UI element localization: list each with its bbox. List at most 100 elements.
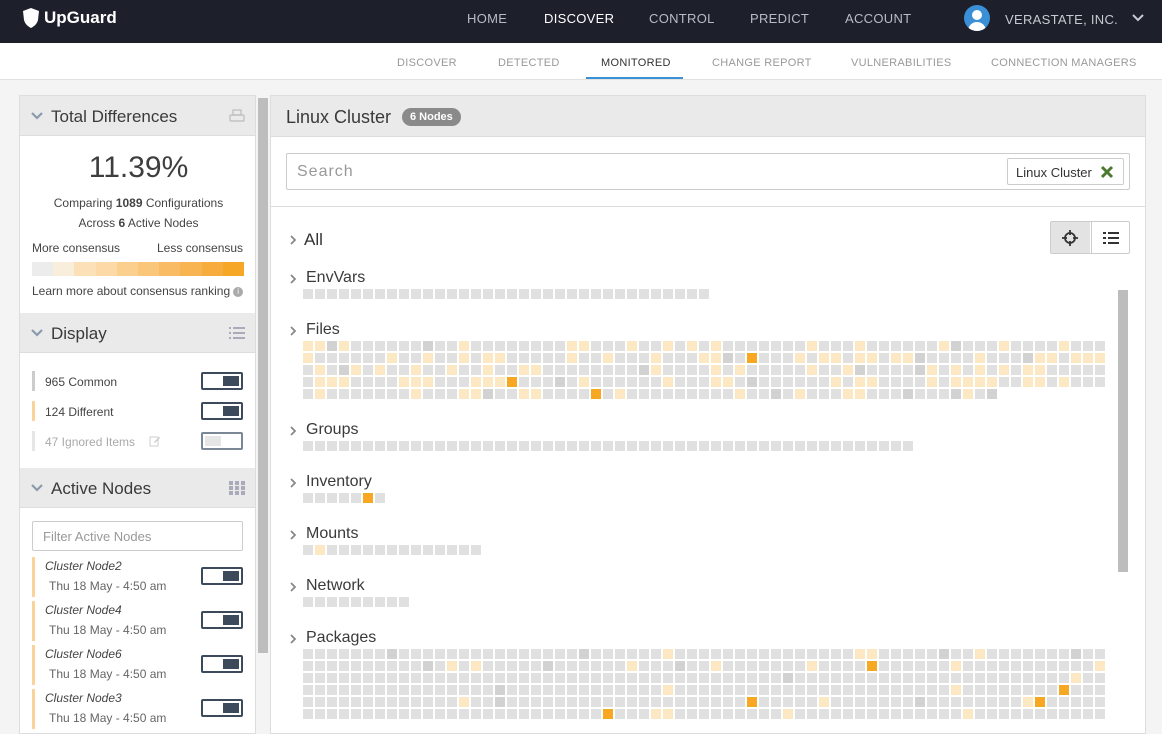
config-cell[interactable] <box>495 377 505 387</box>
config-cell[interactable] <box>831 709 841 719</box>
config-cell[interactable] <box>723 353 733 363</box>
common-toggle[interactable] <box>201 372 243 390</box>
config-cell[interactable] <box>879 661 889 671</box>
config-cell[interactable] <box>951 353 961 363</box>
config-cell[interactable] <box>699 697 709 707</box>
config-cell[interactable] <box>411 545 421 555</box>
config-cell[interactable] <box>603 709 613 719</box>
config-cell[interactable] <box>399 709 409 719</box>
config-cell[interactable] <box>507 685 517 695</box>
config-cell[interactable] <box>651 697 661 707</box>
config-cell[interactable] <box>807 341 817 351</box>
config-cell[interactable] <box>1071 673 1081 683</box>
config-cell[interactable] <box>327 597 337 607</box>
config-cell[interactable] <box>663 685 673 695</box>
config-cell[interactable] <box>1035 673 1045 683</box>
config-cell[interactable] <box>1047 365 1057 375</box>
organization-name[interactable]: VERASTATE, INC. <box>1005 12 1118 27</box>
config-cell[interactable] <box>675 389 685 399</box>
config-cell[interactable] <box>855 709 865 719</box>
config-cell[interactable] <box>759 389 769 399</box>
config-cell[interactable] <box>975 649 985 659</box>
config-cell[interactable] <box>939 649 949 659</box>
config-cell[interactable] <box>531 365 541 375</box>
different-toggle[interactable] <box>201 402 243 420</box>
config-cell[interactable] <box>1011 709 1021 719</box>
config-cell[interactable] <box>363 289 373 299</box>
config-cell[interactable] <box>783 377 793 387</box>
config-cell[interactable] <box>339 389 349 399</box>
config-cell[interactable] <box>1071 709 1081 719</box>
config-cell[interactable] <box>1023 709 1033 719</box>
config-cell[interactable] <box>891 365 901 375</box>
config-cell[interactable] <box>303 377 313 387</box>
config-cell[interactable] <box>555 661 565 671</box>
config-cell[interactable] <box>399 353 409 363</box>
config-cell[interactable] <box>339 709 349 719</box>
config-cell[interactable] <box>927 685 937 695</box>
config-cell[interactable] <box>855 697 865 707</box>
config-cell[interactable] <box>507 377 517 387</box>
config-cell[interactable] <box>963 697 973 707</box>
config-cell[interactable] <box>1035 649 1045 659</box>
config-cell[interactable] <box>1083 365 1093 375</box>
config-cell[interactable] <box>759 697 769 707</box>
config-cell[interactable] <box>339 289 349 299</box>
config-cell[interactable] <box>663 697 673 707</box>
config-cell[interactable] <box>531 685 541 695</box>
config-cell[interactable] <box>615 697 625 707</box>
config-cell[interactable] <box>795 441 805 451</box>
config-cell[interactable] <box>483 365 493 375</box>
config-cell[interactable] <box>315 493 325 503</box>
config-cell[interactable] <box>663 389 673 399</box>
config-cell[interactable] <box>903 341 913 351</box>
config-cell[interactable] <box>363 341 373 351</box>
config-cell[interactable] <box>543 441 553 451</box>
config-cell[interactable] <box>867 673 877 683</box>
config-cell[interactable] <box>639 673 649 683</box>
config-cell[interactable] <box>1071 649 1081 659</box>
config-cell[interactable] <box>387 365 397 375</box>
config-cell[interactable] <box>675 341 685 351</box>
config-cell[interactable] <box>411 709 421 719</box>
config-cell[interactable] <box>855 685 865 695</box>
config-cell[interactable] <box>675 709 685 719</box>
config-cell[interactable] <box>519 341 529 351</box>
config-cell[interactable] <box>723 389 733 399</box>
config-cell[interactable] <box>351 545 361 555</box>
config-cell[interactable] <box>735 441 745 451</box>
config-cell[interactable] <box>795 649 805 659</box>
config-cell[interactable] <box>615 289 625 299</box>
config-cell[interactable] <box>603 341 613 351</box>
config-cell[interactable] <box>903 377 913 387</box>
config-cell[interactable] <box>951 709 961 719</box>
config-cell[interactable] <box>867 377 877 387</box>
config-cell[interactable] <box>435 673 445 683</box>
config-cell[interactable] <box>1059 661 1069 671</box>
config-cell[interactable] <box>507 341 517 351</box>
config-cell[interactable] <box>723 441 733 451</box>
node-toggle[interactable] <box>201 655 243 673</box>
config-cell[interactable] <box>879 649 889 659</box>
config-cell[interactable] <box>675 649 685 659</box>
config-cell[interactable] <box>1047 353 1057 363</box>
config-cell[interactable] <box>1095 341 1105 351</box>
config-cell[interactable] <box>975 377 985 387</box>
config-cell[interactable] <box>711 377 721 387</box>
config-cell[interactable] <box>387 441 397 451</box>
config-cell[interactable] <box>447 289 457 299</box>
config-cell[interactable] <box>327 289 337 299</box>
config-cell[interactable] <box>495 341 505 351</box>
config-cell[interactable] <box>1047 661 1057 671</box>
grid-view-icon[interactable] <box>229 481 245 495</box>
config-cell[interactable] <box>807 353 817 363</box>
config-cell[interactable] <box>759 441 769 451</box>
config-cell[interactable] <box>687 289 697 299</box>
config-cell[interactable] <box>843 389 853 399</box>
config-cell[interactable] <box>303 353 313 363</box>
config-cell[interactable] <box>315 289 325 299</box>
config-cell[interactable] <box>831 649 841 659</box>
ignored-toggle[interactable] <box>201 432 243 450</box>
config-cell[interactable] <box>975 353 985 363</box>
config-cell[interactable] <box>735 353 745 363</box>
